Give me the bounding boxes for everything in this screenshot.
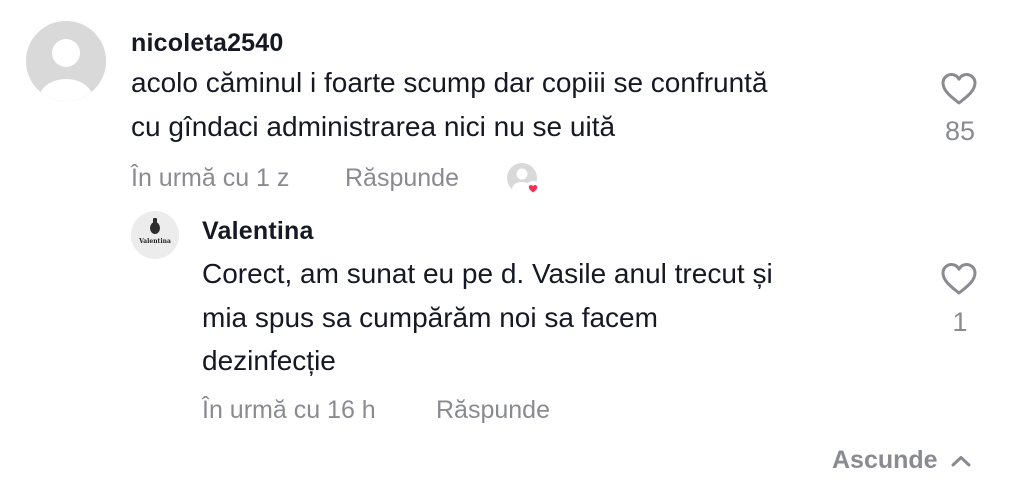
heart-outline-icon <box>941 263 977 295</box>
like-button[interactable] <box>940 71 978 107</box>
reply-like-count: 1 <box>952 307 968 337</box>
creator-liked-avatar-icon <box>506 162 540 196</box>
reply-like-button[interactable] <box>940 261 978 297</box>
reply-timestamp: În urmă cu 16 h <box>202 396 376 424</box>
avatar-logo-text: Valentina <box>139 238 171 245</box>
reply-avatar[interactable]: Valentina <box>131 211 179 259</box>
reply-text-line-2: mia spus sa cumpărăm noi sa facem <box>202 302 658 333</box>
reply-reply-button[interactable]: Răspunde <box>436 396 550 425</box>
chevron-up-icon <box>951 455 971 466</box>
commenter-avatar[interactable] <box>26 21 106 101</box>
reply-button[interactable]: Răspunde <box>345 164 459 193</box>
reply-text-line-3: dezinfecție <box>202 345 336 376</box>
comment-text-line-1: acolo căminul i foarte scump dar copiii … <box>131 67 768 98</box>
comment-username[interactable]: nicoleta2540 <box>131 29 284 58</box>
comment-text-line-2: cu gîndaci administrarea nici nu se uită <box>131 111 616 142</box>
comment-timestamp: În urmă cu 1 z <box>131 164 290 192</box>
default-avatar-icon <box>26 21 106 101</box>
heart-outline-icon <box>941 73 977 105</box>
like-count: 85 <box>944 116 976 146</box>
reply-username[interactable]: Valentina <box>202 217 314 246</box>
reply-text-line-1: Corect, am sunat eu pe d. Vasile anul tr… <box>202 258 773 289</box>
hide-replies-button[interactable]: Ascunde <box>832 446 972 475</box>
hide-replies-label: Ascunde <box>832 446 938 474</box>
